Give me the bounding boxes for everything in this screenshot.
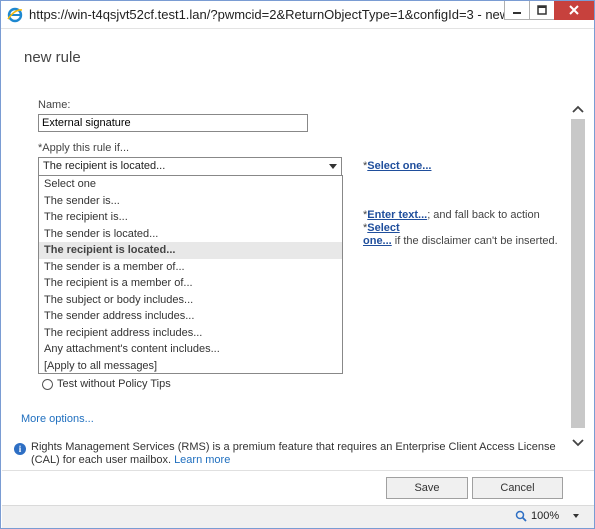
select-one-link[interactable]: Select one... xyxy=(367,160,431,172)
status-bar: 100% xyxy=(2,505,594,528)
name-input[interactable] xyxy=(38,114,308,132)
minimize-icon xyxy=(513,12,521,14)
scrollbar-thumb[interactable] xyxy=(571,119,585,428)
rms-info-text: Rights Management Services (RMS) is a pr… xyxy=(31,441,556,466)
internet-explorer-icon xyxy=(7,7,23,23)
chevron-down-icon xyxy=(572,439,584,447)
radio-button[interactable] xyxy=(42,378,53,390)
apply-rule-select[interactable]: The recipient is located... xyxy=(38,157,342,176)
name-label: Name: xyxy=(38,99,71,111)
vertical-scrollbar[interactable] xyxy=(570,101,586,456)
zoom-dropdown-icon[interactable] xyxy=(573,514,580,518)
dropdown-option-selected[interactable]: The recipient is located... xyxy=(39,242,342,259)
window-title: https://win-t4qsjvt52cf.test1.lan/?pwmci… xyxy=(29,7,509,22)
dropdown-option[interactable]: The recipient is a member of... xyxy=(39,275,342,292)
condition-value-area: *Select one... xyxy=(363,160,431,172)
test-without-policy-tips-option[interactable]: Test without Policy Tips xyxy=(42,378,171,390)
action-description: *Enter text...; and fall back to action … xyxy=(363,209,568,248)
footer-divider xyxy=(2,470,594,471)
browser-window: https://win-t4qsjvt52cf.test1.lan/?pwmci… xyxy=(0,0,595,529)
apply-rule-selected-value: The recipient is located... xyxy=(43,160,166,172)
save-button[interactable]: Save xyxy=(386,477,468,499)
zoom-control[interactable]: 100% xyxy=(515,510,580,522)
select-action-link[interactable]: Select xyxy=(367,222,399,234)
dropdown-option[interactable]: The sender is a member of... xyxy=(39,259,342,276)
dropdown-option[interactable]: Any attachment's content includes... xyxy=(39,341,342,358)
cancel-button[interactable]: Cancel xyxy=(472,477,563,499)
dropdown-option[interactable]: Select one xyxy=(39,176,342,193)
page-title: new rule xyxy=(24,49,81,66)
dropdown-option[interactable]: The subject or body includes... xyxy=(39,292,342,309)
zoom-level: 100% xyxy=(531,510,560,522)
enter-text-link[interactable]: Enter text... xyxy=(367,209,427,221)
maximize-icon xyxy=(537,5,547,15)
select-action-link-cont[interactable]: one... xyxy=(363,235,392,247)
radio-label: Test without Policy Tips xyxy=(57,378,171,390)
apply-rule-label: *Apply this rule if... xyxy=(38,142,130,154)
minimize-button[interactable] xyxy=(504,1,530,20)
dropdown-option[interactable]: The sender is... xyxy=(39,193,342,210)
dropdown-option[interactable]: The sender address includes... xyxy=(39,308,342,325)
scroll-up-button[interactable] xyxy=(570,101,586,117)
apply-rule-dropdown-list: Select one The sender is... The recipien… xyxy=(38,175,343,374)
info-icon: i xyxy=(14,443,26,455)
dropdown-arrow-icon xyxy=(329,164,337,169)
more-options-link[interactable]: More options... xyxy=(21,413,94,425)
dropdown-option[interactable]: The recipient address includes... xyxy=(39,325,342,342)
learn-more-link[interactable]: Learn more xyxy=(174,454,230,466)
dropdown-option[interactable]: The recipient is... xyxy=(39,209,342,226)
scroll-down-button[interactable] xyxy=(570,435,586,451)
maximize-button[interactable] xyxy=(529,1,555,20)
close-icon xyxy=(569,5,579,15)
chevron-up-icon xyxy=(572,105,584,113)
dropdown-option[interactable]: [Apply to all messages] xyxy=(39,358,342,375)
zoom-icon xyxy=(515,510,527,522)
action-suffix-text: if the disclaimer can't be inserted. xyxy=(391,235,558,247)
rms-info-notice: i Rights Management Services (RMS) is a … xyxy=(14,441,569,467)
close-button[interactable] xyxy=(554,1,594,20)
title-bar: https://win-t4qsjvt52cf.test1.lan/?pwmci… xyxy=(1,1,594,29)
dropdown-option[interactable]: The sender is located... xyxy=(39,226,342,243)
